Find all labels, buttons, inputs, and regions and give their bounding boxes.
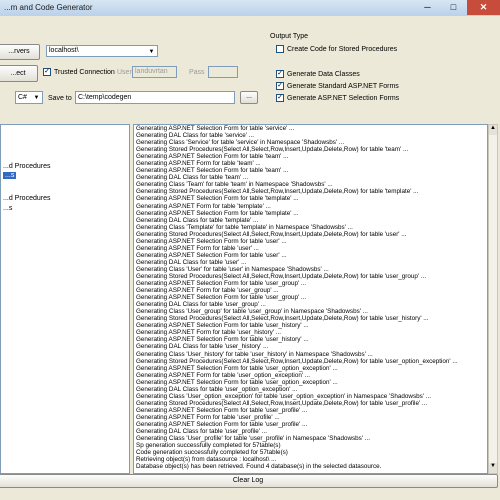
log-output[interactable]: Generating ASP.NET Selection Form for ta…: [133, 124, 488, 474]
log-line: Retrieving object(s) from datasource : l…: [136, 456, 277, 464]
log-line: Generating ASP.NET Form for table 'user_…: [136, 413, 280, 421]
chevron-down-icon[interactable]: ▼: [32, 93, 41, 102]
save-to-label: Save to: [48, 95, 72, 102]
servers-button[interactable]: ...rvers: [0, 44, 40, 60]
log-line: Generating ASP.NET Selection Form for ta…: [136, 294, 307, 302]
log-line: Generating ASP.NET Selection Form for ta…: [136, 167, 289, 175]
close-button[interactable]: ✕: [467, 0, 500, 15]
tree-node-selected[interactable]: ...s: [3, 172, 17, 179]
log-line: Generating ASP.NET Form for table 'user_…: [136, 287, 279, 295]
clear-log-button[interactable]: Clear Log: [0, 474, 498, 488]
generate-selection-forms-label: Generate ASP.NET Selection Forms: [287, 94, 400, 102]
minimize-button[interactable]: ─: [415, 0, 440, 15]
log-line: Generating ASP.NET Selection Form for ta…: [136, 336, 309, 344]
log-line: Generating DAL Class for table 'user' ..…: [136, 258, 247, 266]
log-line: Generating ASP.NET Selection Form for ta…: [136, 280, 307, 288]
unchecked-box-icon: [276, 45, 284, 53]
log-line: Generating ASP.NET Selection Form for ta…: [136, 406, 308, 414]
log-line: Generating ASP.NET Form for table 'templ…: [136, 202, 271, 210]
log-line: Generating Class 'User_group' for table …: [136, 308, 368, 316]
server-value: localhost\: [49, 47, 79, 54]
tree-node-stored-procedures[interactable]: ...d Procedures: [3, 163, 50, 170]
checkmark-icon: ✓: [276, 70, 284, 78]
log-line: Generating DAL Class for table 'user_his…: [136, 343, 269, 351]
trusted-connection-checkbox[interactable]: ✓ Trusted Connection: [43, 68, 115, 76]
server-combo[interactable]: localhost\ ▼: [46, 45, 158, 57]
log-line: Generating ASP.NET Selection Form for ta…: [136, 322, 309, 330]
maximize-button[interactable]: □: [441, 0, 466, 15]
generate-standard-forms-checkbox[interactable]: ✓ Generate Standard ASP.NET Forms: [276, 82, 399, 90]
log-line: Generating Stored Procedures(Select All,…: [136, 357, 458, 365]
log-line: Generating ASP.NET Selection Form for ta…: [136, 209, 299, 217]
checkmark-icon: ✓: [276, 94, 284, 102]
generate-standard-forms-label: Generate Standard ASP.NET Forms: [287, 82, 399, 90]
generate-data-classes-label: Generate Data Classes: [287, 70, 360, 78]
scroll-down-icon[interactable]: ▼: [489, 463, 497, 473]
log-line: Generating Stored Procedures(Select All,…: [136, 146, 409, 154]
log-line: Generating Stored Procedures(Select All,…: [136, 230, 407, 238]
generate-data-classes-checkbox[interactable]: ✓ Generate Data Classes: [276, 70, 360, 78]
output-type-title: Output Type: [270, 33, 309, 40]
save-to-field[interactable]: C:\temp\codegen: [75, 91, 235, 104]
log-line: Generating DAL Class for table 'user_pro…: [136, 428, 267, 436]
chevron-down-icon[interactable]: ▼: [147, 47, 156, 55]
pass-field[interactable]: [208, 66, 238, 78]
main-panel: ...rvers localhost\ ▼ ...ect ✓ Trusted Co…: [0, 16, 500, 500]
log-line: Generating Stored Procedures(Select All,…: [136, 315, 429, 323]
log-line: Generating ASP.NET Selection Form for ta…: [136, 153, 289, 161]
scroll-up-icon[interactable]: ▲: [489, 125, 497, 135]
log-vertical-scrollbar[interactable]: ▲ ▼: [488, 124, 498, 474]
create-stored-procedures-label: Create Code for Stored Procedures: [287, 45, 398, 53]
log-line: Generating ASP.NET Selection Form for ta…: [136, 378, 338, 386]
log-line: Generating Stored Procedures(Select All,…: [136, 399, 428, 407]
tree-node-item[interactable]: ...s: [3, 205, 12, 212]
log-line: Database object(s) has been retrieved. F…: [136, 463, 382, 471]
create-stored-procedures-checkbox[interactable]: Create Code for Stored Procedures: [276, 45, 397, 53]
trusted-connection-label: Trusted Connection: [54, 68, 115, 76]
title-bar: ...m and Code Generator ─ □ ✕: [0, 0, 500, 17]
log-line: Generating ASP.NET Selection Form for ta…: [136, 420, 308, 428]
log-line: Generating ASP.NET Selection Form for ta…: [136, 364, 338, 372]
log-line: Generating ASP.NET Form for table 'team'…: [136, 160, 261, 168]
log-line: Generating Class 'Team' for table 'team'…: [136, 181, 333, 189]
log-line: Generating Stored Procedures(Select All,…: [136, 188, 419, 196]
log-line: Generating Stored Procedures(Select All,…: [136, 272, 427, 280]
browse-button[interactable]: ...: [240, 91, 258, 104]
log-line: Generating ASP.NET Form for table 'user'…: [136, 244, 259, 252]
log-line: Sp generation successfully completed for…: [136, 442, 281, 450]
checkmark-icon: ✓: [43, 68, 51, 76]
log-line: Generating DAL Class for table 'team' ..…: [136, 174, 249, 182]
generate-selection-forms-checkbox[interactable]: ✓ Generate ASP.NET Selection Forms: [276, 94, 399, 102]
pass-label: Pass: [189, 69, 205, 76]
log-line: Generating Class 'User' for table 'user'…: [136, 265, 329, 273]
user-field[interactable]: landuvrtan: [132, 66, 177, 78]
user-label: User: [117, 69, 132, 76]
log-line: Generating DAL Class for table 'user_opt…: [136, 385, 298, 393]
database-tree[interactable]: ...d Procedures ...s ...d Procedures ...…: [0, 124, 130, 474]
log-line: Generating Class 'Service' for table 'se…: [136, 139, 345, 147]
checkmark-icon: ✓: [276, 82, 284, 90]
log-line: Generating DAL Class for table 'user_gro…: [136, 301, 266, 309]
log-line: Generating Class 'Template' for table 't…: [136, 223, 353, 231]
log-line: Generating Class 'User_history' for tabl…: [136, 350, 373, 358]
language-value: C#: [18, 94, 27, 101]
log-line: Generating DAL Class for table 'service'…: [136, 132, 255, 140]
log-line: Generating DAL Class for table 'template…: [136, 216, 259, 224]
log-line: Generating ASP.NET Selection Form for ta…: [136, 125, 295, 132]
log-line: Generating ASP.NET Form for table 'user_…: [136, 329, 281, 337]
log-line: Code generation successfully completed f…: [136, 449, 288, 457]
log-line: Generating ASP.NET Selection Form for ta…: [136, 251, 287, 259]
tree-node-stored-procedures[interactable]: ...d Procedures: [3, 195, 50, 202]
log-line: Generating ASP.NET Selection Form for ta…: [136, 195, 299, 203]
connect-button[interactable]: ...ect: [0, 65, 38, 82]
log-line: Generating Class 'User_option_exception'…: [136, 392, 431, 400]
log-line: Generating Class 'User_profile' for tabl…: [136, 435, 371, 443]
log-line: Generating ASP.NET Selection Form for ta…: [136, 237, 287, 245]
window-title: ...m and Code Generator: [4, 3, 93, 12]
language-combo[interactable]: C# ▼: [15, 91, 43, 104]
log-line: Generating ASP.NET Form for table 'user_…: [136, 371, 311, 379]
